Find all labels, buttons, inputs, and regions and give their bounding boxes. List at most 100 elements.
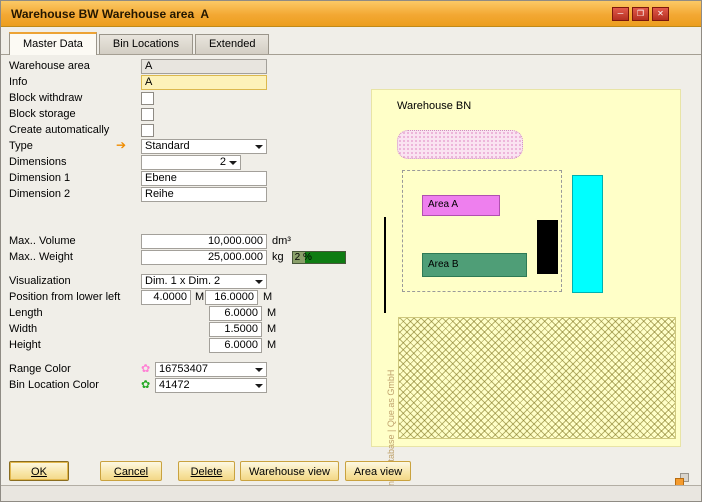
max-weight-unit: kg [272,251,284,263]
create-automatically-row: Create automatically [9,122,154,138]
length-row: Length M [9,305,276,321]
range-color-row: Range Color ✿ 16753407 [9,361,267,377]
length-label: Length [9,307,141,319]
max-volume-row: Max.. Volume dm³ [9,233,291,249]
warehouse-view-button[interactable]: Warehouse view [240,461,339,481]
tab-master-data-label: Master Data [23,38,83,50]
cancel-button-label: Cancel [114,466,148,478]
wall-line [384,217,386,313]
dimension-2-row: Dimension 2 [9,186,267,202]
width-unit: M [267,323,276,335]
create-automatically-label: Create automatically [9,124,141,136]
visualization-value: Dim. 1 x Dim. 2 [145,275,220,287]
visualization-title: Warehouse BN [397,100,471,112]
bin-location-color-dropdown[interactable]: 41472 [155,378,267,393]
dimensions-value: 2 [220,156,226,168]
range-color-dropdown[interactable]: 16753407 [155,362,267,377]
type-dropdown[interactable]: Standard [141,139,267,154]
area-b-block[interactable]: Area B [422,253,527,277]
bin-location-color-row: Bin Location Color ✿ 41472 [9,377,267,393]
max-volume-label: Max.. Volume [9,235,141,247]
visualization-dropdown[interactable]: Dim. 1 x Dim. 2 [141,274,267,289]
minimize-icon: ─ [618,9,624,18]
maximize-icon: ❐ [637,9,644,18]
block-storage-checkbox[interactable] [141,108,154,121]
status-bar [1,485,701,501]
height-row: Height M [9,337,276,353]
create-automatically-checkbox[interactable] [141,124,154,137]
bin-location-color-value: 41472 [159,379,190,391]
info-label: Info [9,76,141,88]
max-weight-label: Max.. Weight [9,251,141,263]
area-view-button[interactable]: Area view [345,461,411,481]
maximize-button[interactable]: ❐ [632,7,649,21]
delete-button-label: Delete [191,466,223,478]
dimensions-label: Dimensions [9,156,141,168]
area-b-label: Area B [428,259,459,270]
warehouse-area-field [141,59,267,74]
dimension-2-label: Dimension 2 [9,188,141,200]
tab-bar: Master Data Bin Locations Extended [1,31,701,55]
dimension-2-field[interactable] [141,187,267,202]
dimensions-row: Dimensions 2 [9,154,241,170]
block-withdraw-checkbox[interactable] [141,92,154,105]
close-button[interactable]: ✕ [652,7,669,21]
chevron-down-icon [255,280,263,284]
footer-button-bar: OK Cancel Delete Warehouse view Area vie… [9,461,411,481]
chevron-down-icon [255,145,263,149]
block-storage-row: Block storage [9,106,154,122]
dimension-1-field[interactable] [141,171,267,186]
ok-button[interactable]: OK [9,461,69,481]
length-field[interactable] [209,306,262,321]
hatched-storage-zone [398,317,676,439]
warehouse-visualization-panel: Warehouse BN Area A Area B Ihre Training… [371,89,681,447]
height-field[interactable] [209,338,262,353]
block-withdraw-row: Block withdraw [9,90,154,106]
height-unit: M [267,339,276,351]
position-y-unit: M [263,291,272,303]
bin-location-color-flower-icon: ✿ [141,378,155,392]
capacity-bar: 2 % [292,251,346,264]
width-field[interactable] [209,322,262,337]
block-storage-label: Block storage [9,108,141,120]
minimize-button[interactable]: ─ [612,7,629,21]
position-x-unit: M [195,291,205,303]
width-label: Width [9,323,141,335]
area-a-block[interactable]: Area A [422,195,500,216]
max-volume-field[interactable] [141,234,267,249]
black-block [537,220,558,274]
info-row: Info [9,74,267,90]
delete-button[interactable]: Delete [178,461,235,481]
length-unit: M [267,307,276,319]
tab-extended[interactable]: Extended [195,34,269,54]
tab-bin-locations[interactable]: Bin Locations [99,34,193,54]
range-color-flower-icon: ✿ [141,362,155,376]
link-arrow-icon[interactable]: ➔ [116,138,126,153]
dimensions-dropdown[interactable]: 2 [141,155,241,170]
dimension-1-row: Dimension 1 [9,170,267,186]
visualization-row: Visualization Dim. 1 x Dim. 2 [9,273,267,289]
max-weight-field[interactable] [141,250,267,265]
window-controls: ─ ❐ ✕ [612,7,669,21]
tab-bin-locations-label: Bin Locations [113,38,179,50]
title-bar[interactable]: Warehouse BW Warehouse area A ─ ❐ ✕ [1,1,701,27]
cyan-block[interactable] [572,175,603,293]
close-icon: ✕ [657,9,664,18]
window-title: Warehouse BW Warehouse area A [11,7,209,21]
pink-dotted-zone[interactable] [397,130,523,159]
block-withdraw-label: Block withdraw [9,92,141,104]
warehouse-area-label: Warehouse area [9,60,141,72]
warehouse-area-row: Warehouse area [9,58,267,74]
chevron-down-icon [229,161,237,165]
position-x-field[interactable] [141,290,191,305]
chevron-down-icon [255,368,263,372]
cancel-button[interactable]: Cancel [100,461,162,481]
position-y-field[interactable] [205,290,258,305]
info-field[interactable] [141,75,267,90]
position-row: Position from lower left M M [9,289,272,305]
area-a-label: Area A [428,199,458,210]
dimension-1-label: Dimension 1 [9,172,141,184]
tab-master-data[interactable]: Master Data [9,32,97,55]
height-label: Height [9,339,141,351]
area-view-button-label: Area view [354,466,402,478]
